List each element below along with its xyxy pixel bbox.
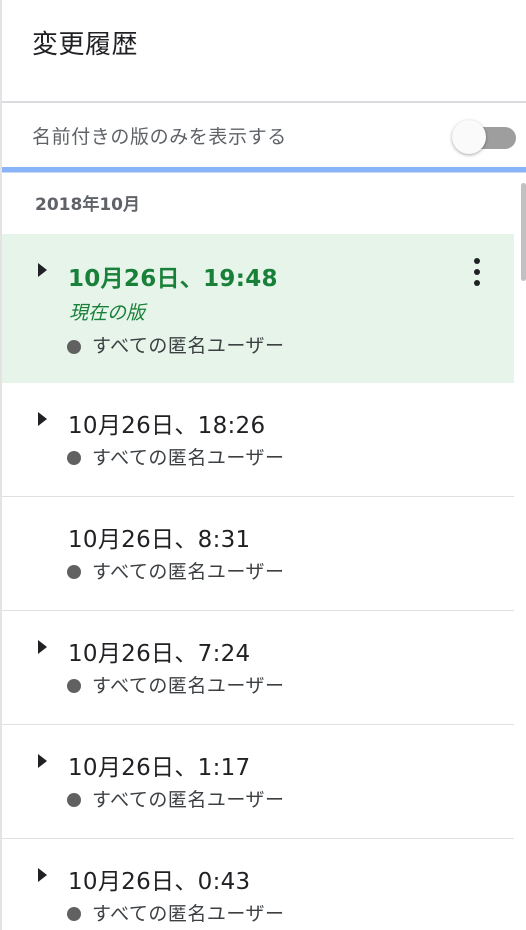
month-group-label: 2018年10月 <box>35 195 140 215</box>
panel-title: 変更履歴 <box>32 30 139 60</box>
triangle-right-icon[interactable] <box>38 640 47 654</box>
version-item[interactable]: 10月26日、18:26 すべての匿名ユーザー <box>2 383 514 497</box>
dot-icon <box>67 907 81 921</box>
version-author: すべての匿名ユーザー <box>92 789 285 811</box>
version-item[interactable]: 10月26日、7:24 すべての匿名ユーザー <box>2 611 514 725</box>
triangle-right-icon[interactable] <box>38 868 47 882</box>
version-time: 10月26日、1:17 <box>68 755 251 781</box>
version-item[interactable]: 10月26日、8:31 すべての匿名ユーザー <box>2 497 514 611</box>
version-history-panel: 変更履歴 名前付きの版のみを表示する 2018年10月 10月26日、19:48… <box>0 0 526 930</box>
triangle-right-icon[interactable] <box>38 412 47 426</box>
panel-header: 変更履歴 <box>2 0 526 103</box>
version-list: 10月26日、19:48 現在の版 すべての匿名ユーザー 10月26日、18:2… <box>2 234 514 930</box>
toggle-knob <box>452 120 486 154</box>
triangle-right-icon[interactable] <box>38 263 47 277</box>
version-author: すべての匿名ユーザー <box>92 447 285 469</box>
dot-icon <box>67 679 81 693</box>
version-time: 10月26日、0:43 <box>68 869 251 895</box>
version-author: すべての匿名ユーザー <box>92 903 285 925</box>
version-time: 10月26日、7:24 <box>68 641 251 667</box>
version-author: すべての匿名ユーザー <box>92 675 285 697</box>
named-versions-filter-label: 名前付きの版のみを表示する <box>32 126 287 148</box>
scrollbar-thumb[interactable] <box>521 183 526 281</box>
version-item[interactable]: 10月26日、1:17 すべての匿名ユーザー <box>2 725 514 839</box>
dot-icon <box>67 565 81 579</box>
current-version-label: 現在の版 <box>69 302 146 324</box>
version-author: すべての匿名ユーザー <box>92 561 285 583</box>
version-time: 10月26日、8:31 <box>68 527 251 553</box>
more-vert-icon[interactable] <box>469 258 485 290</box>
triangle-right-icon[interactable] <box>38 754 47 768</box>
version-time: 10月26日、18:26 <box>68 413 266 439</box>
version-list-scroll-area[interactable]: 2018年10月 10月26日、19:48 現在の版 すべての匿名ユーザー 10… <box>2 173 526 930</box>
named-versions-toggle[interactable] <box>452 120 518 154</box>
version-time: 10月26日、19:48 <box>68 266 278 292</box>
dot-icon <box>67 451 81 465</box>
dot-icon <box>67 340 81 354</box>
version-author: すべての匿名ユーザー <box>92 335 285 357</box>
named-versions-filter-row[interactable]: 名前付きの版のみを表示する <box>2 103 526 169</box>
dot-icon <box>67 793 81 807</box>
version-item[interactable]: 10月26日、0:43 すべての匿名ユーザー <box>2 839 514 930</box>
version-item-current[interactable]: 10月26日、19:48 現在の版 すべての匿名ユーザー <box>2 234 514 383</box>
